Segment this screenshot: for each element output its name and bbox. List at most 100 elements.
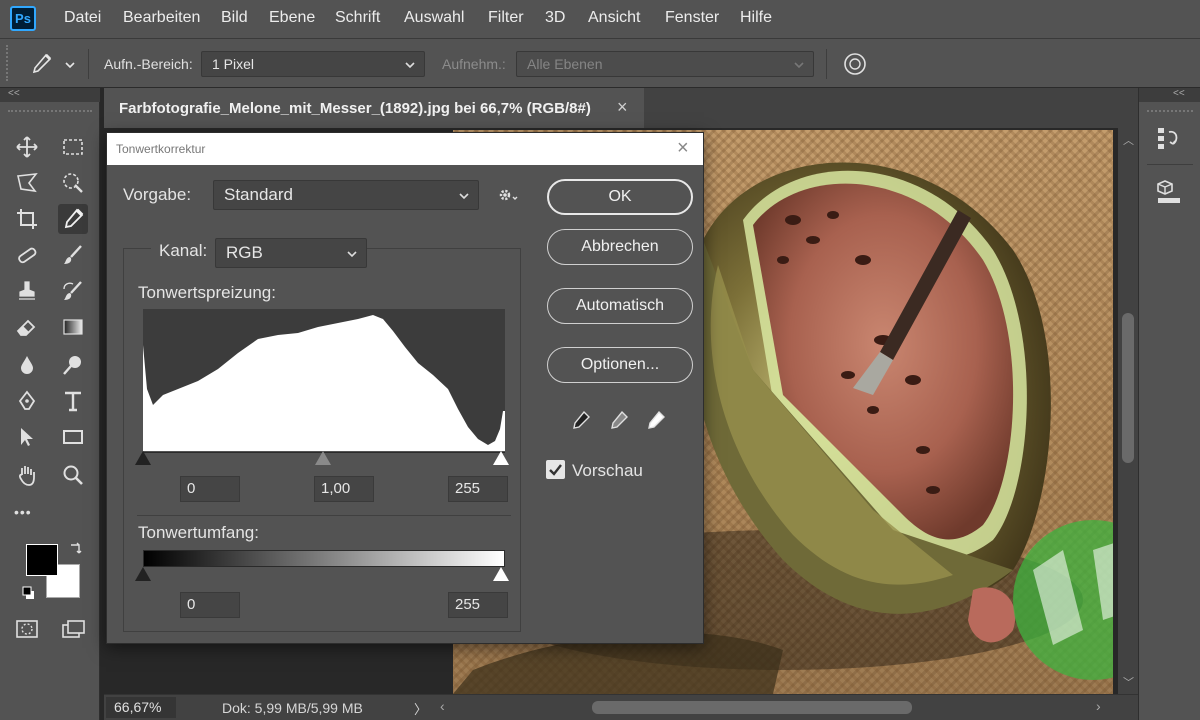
- healing-brush-tool[interactable]: [12, 240, 42, 270]
- eyedropper-tool[interactable]: [58, 204, 88, 234]
- dialog-titlebar[interactable]: Tonwertkorrektur ×: [107, 133, 703, 165]
- scroll-right-arrow-icon[interactable]: ›: [1096, 698, 1101, 714]
- ok-button[interactable]: OK: [547, 179, 693, 215]
- vertical-scroll-thumb[interactable]: [1122, 313, 1134, 463]
- default-colors-icon: [22, 586, 34, 599]
- dodge-tool[interactable]: [58, 350, 88, 380]
- right-panel-grip: [1147, 110, 1193, 112]
- input-white-slider[interactable]: [493, 451, 509, 465]
- input-gamma-slider[interactable]: [315, 451, 331, 465]
- output-white-field[interactable]: 255: [448, 592, 508, 618]
- rectangle-shape-icon: [63, 430, 83, 444]
- default-colors-button[interactable]: [22, 586, 38, 602]
- menu-schrift[interactable]: Schrift: [335, 9, 380, 27]
- drop-icon: [21, 356, 33, 374]
- vertical-scrollbar[interactable]: ︿ ﹀: [1118, 128, 1138, 694]
- menu-3d[interactable]: 3D: [545, 9, 565, 27]
- pen-tool[interactable]: [12, 386, 42, 416]
- menu-datei[interactable]: Datei: [64, 9, 101, 27]
- right-collapse-button[interactable]: <<: [1139, 88, 1200, 102]
- channel-label: Kanal:: [151, 241, 216, 261]
- sample-ring-button[interactable]: [843, 52, 867, 76]
- menu-bild[interactable]: Bild: [221, 9, 248, 27]
- tools-collapse-button[interactable]: <<: [0, 88, 100, 102]
- status-menu-arrow[interactable]: 〉: [414, 699, 427, 718]
- input-gamma-field[interactable]: 1,00: [314, 476, 374, 502]
- more-tools-button[interactable]: •••: [14, 504, 32, 520]
- rectangle-marquee-icon: [63, 139, 83, 155]
- zoom-level-field[interactable]: 66,67%: [106, 697, 176, 718]
- right-panel-divider: [1147, 164, 1193, 165]
- foreground-color-swatch[interactable]: [26, 544, 58, 576]
- direct-selection-icon: [21, 428, 33, 446]
- options-bar: Aufn.-Bereich: 1 Pixel Aufnehm.: Alle Eb…: [0, 38, 1200, 88]
- preset-options-button[interactable]: [495, 183, 521, 207]
- output-black-slider[interactable]: [135, 567, 151, 581]
- menu-filter[interactable]: Filter: [488, 9, 524, 27]
- quick-mask-button[interactable]: [14, 618, 40, 640]
- eraser-tool[interactable]: [12, 312, 42, 342]
- input-black-slider[interactable]: [135, 451, 151, 465]
- quick-selection-tool[interactable]: [58, 168, 88, 198]
- menu-fenster[interactable]: Fenster: [665, 9, 719, 27]
- eraser-icon: [16, 319, 36, 336]
- clone-stamp-tool[interactable]: [12, 276, 42, 306]
- hand-tool[interactable]: [12, 460, 42, 490]
- crop-tool[interactable]: [12, 204, 42, 234]
- swap-colors-button[interactable]: [68, 540, 84, 556]
- menu-auswahl[interactable]: Auswahl: [404, 9, 464, 27]
- menu-bearbeiten[interactable]: Bearbeiten: [123, 9, 200, 27]
- options-button[interactable]: Optionen...: [547, 347, 693, 383]
- eyedropper-black-icon: [573, 410, 590, 429]
- preview-label: Vorschau: [572, 461, 643, 480]
- brush-tool[interactable]: [58, 240, 88, 270]
- input-levels-label: Tonwertspreizung:: [138, 283, 276, 302]
- menu-ebene[interactable]: Ebene: [269, 9, 315, 27]
- screen-mode-button[interactable]: [60, 618, 86, 640]
- tool-preset-picker[interactable]: [26, 51, 76, 77]
- sample-layers-value: Alle Ebenen: [527, 56, 603, 72]
- sample-size-select[interactable]: 1 Pixel: [201, 51, 425, 77]
- gradient-tool[interactable]: [58, 312, 88, 342]
- close-tab-button[interactable]: ×: [617, 97, 628, 118]
- horizontal-scroll-thumb[interactable]: [592, 701, 912, 714]
- menu-ansicht[interactable]: Ansicht: [588, 9, 640, 27]
- input-black-field[interactable]: 0: [180, 476, 240, 502]
- channel-select[interactable]: RGB: [215, 238, 367, 268]
- history-brush-tool[interactable]: [58, 276, 88, 306]
- sample-layers-select[interactable]: Alle Ebenen: [516, 51, 814, 77]
- preset-select[interactable]: Standard: [213, 180, 479, 210]
- dodge-icon: [63, 356, 81, 375]
- white-point-eyedropper[interactable]: [644, 409, 668, 433]
- marquee-tool[interactable]: [58, 132, 88, 162]
- menu-hilfe[interactable]: Hilfe: [740, 9, 772, 27]
- path-selection-tool[interactable]: [12, 422, 42, 452]
- 3d-panel-button[interactable]: [1155, 178, 1183, 206]
- scroll-up-arrow-icon[interactable]: ︿: [1123, 132, 1134, 148]
- black-point-eyedropper[interactable]: [569, 409, 593, 433]
- gray-point-eyedropper[interactable]: [607, 409, 631, 433]
- input-white-field[interactable]: 255: [448, 476, 508, 502]
- output-white-slider[interactable]: [493, 567, 509, 581]
- chevron-down-icon: [459, 193, 469, 200]
- stamp-icon: [19, 281, 35, 300]
- output-black-field[interactable]: 0: [180, 592, 240, 618]
- sample-size-label: Aufn.-Bereich:: [104, 56, 193, 72]
- document-tab[interactable]: Farbfotografie_Melone_mit_Messer_(1892).…: [104, 88, 644, 128]
- scroll-left-arrow-icon[interactable]: ‹: [440, 698, 445, 714]
- blur-tool[interactable]: [12, 350, 42, 380]
- zoom-tool[interactable]: [58, 460, 88, 490]
- shape-tool[interactable]: [58, 422, 88, 452]
- lasso-tool[interactable]: [12, 168, 42, 198]
- preview-checkbox[interactable]: [546, 460, 565, 479]
- levels-dialog: Tonwertkorrektur × Vorgabe: Standard Kan…: [106, 132, 704, 644]
- output-levels-label: Tonwertumfang:: [138, 523, 259, 542]
- history-panel-button[interactable]: [1155, 124, 1183, 152]
- move-tool[interactable]: [12, 132, 42, 162]
- auto-button[interactable]: Automatisch: [547, 288, 693, 324]
- scroll-down-arrow-icon[interactable]: ﹀: [1123, 674, 1134, 690]
- dialog-close-button[interactable]: ×: [677, 137, 689, 160]
- type-tool[interactable]: [58, 386, 88, 416]
- pen-icon: [18, 390, 36, 410]
- cancel-button[interactable]: Abbrechen: [547, 229, 693, 265]
